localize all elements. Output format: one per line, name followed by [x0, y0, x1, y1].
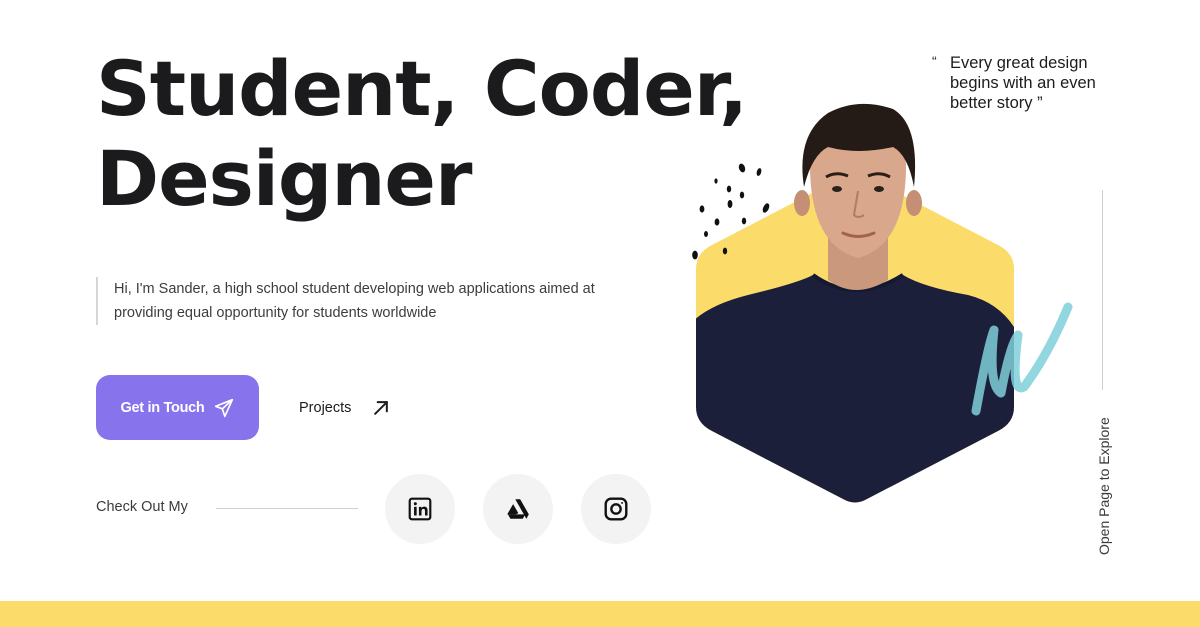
check-out-label: Check Out My — [96, 499, 188, 515]
get-in-touch-button[interactable]: Get in Touch — [96, 375, 259, 440]
quote-open-mark: “ — [932, 53, 937, 69]
divider-line — [216, 508, 358, 509]
page-headline: Student, Coder, Designer — [96, 44, 748, 224]
open-page-explore-link[interactable]: Open Page to Explore — [1096, 417, 1112, 555]
instagram-icon — [604, 497, 628, 521]
artstation-icon — [507, 499, 529, 519]
headline-line-1: Student, Coder, — [96, 44, 748, 133]
linkedin-icon — [408, 497, 432, 521]
right-ear — [906, 190, 922, 216]
headline-line-2: Designer — [96, 134, 472, 223]
linkedin-button[interactable] — [385, 474, 455, 544]
projects-link[interactable]: Projects — [299, 396, 391, 420]
intro-text: Hi, I'm Sander, a high school student de… — [96, 277, 636, 325]
bottom-yellow-band — [0, 601, 1200, 627]
paper-plane-icon — [215, 398, 234, 417]
instagram-button[interactable] — [581, 474, 651, 544]
arrow-up-right-icon — [374, 401, 389, 415]
get-in-touch-label: Get in Touch — [120, 399, 205, 416]
portrait-art — [692, 103, 1073, 503]
projects-label: Projects — [299, 400, 352, 416]
portrait-illustration — [688, 95, 1088, 515]
left-ear — [794, 190, 810, 216]
vertical-divider — [1102, 190, 1103, 390]
artstation-button[interactable] — [483, 474, 553, 544]
